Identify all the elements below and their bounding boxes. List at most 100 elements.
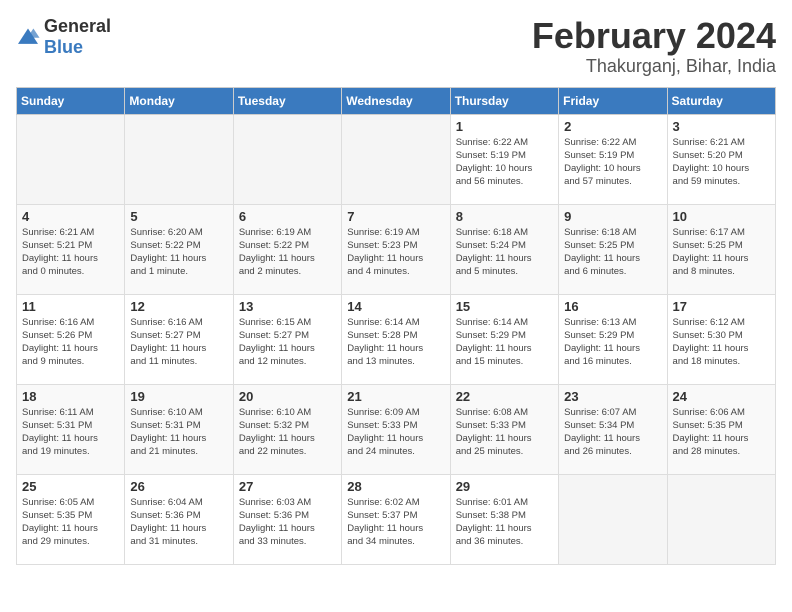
- calendar-cell: 8 Sunrise: 6:18 AM Sunset: 5:24 PM Daylig…: [450, 204, 558, 294]
- day-info: Sunrise: 6:02 AM Sunset: 5:37 PM Dayligh…: [347, 496, 444, 549]
- day-info: Sunrise: 6:21 AM Sunset: 5:21 PM Dayligh…: [22, 226, 119, 279]
- day-number: 4: [22, 209, 119, 224]
- day-number: 18: [22, 389, 119, 404]
- logo-general: General: [44, 16, 111, 36]
- calendar-cell: 25Sunrise: 6:05 AM Sunset: 5:35 PM Dayli…: [17, 474, 125, 564]
- calendar-cell: 16 Sunrise: 6:13 AM Sunset: 5:29 PM Dayli…: [559, 294, 667, 384]
- calendar-cell: 12 Sunrise: 6:16 AM Sunset: 5:27 PM Dayli…: [125, 294, 233, 384]
- day-number: 5: [130, 209, 227, 224]
- day-info: Sunrise: 6:18 AM Sunset: 5:24 PM Dayligh…: [456, 226, 553, 279]
- day-number: 27: [239, 479, 336, 494]
- calendar-cell: [667, 474, 775, 564]
- day-info: Sunrise: 6:06 AM Sunset: 5:35 PM Dayligh…: [673, 406, 770, 459]
- calendar-cell: 6 Sunrise: 6:19 AM Sunset: 5:22 PM Daylig…: [233, 204, 341, 294]
- calendar-cell: 10 Sunrise: 6:17 AM Sunset: 5:25 PM Dayli…: [667, 204, 775, 294]
- calendar-cell: 11Sunrise: 6:16 AM Sunset: 5:26 PM Dayli…: [17, 294, 125, 384]
- day-info: Sunrise: 6:22 AM Sunset: 5:19 PM Dayligh…: [564, 136, 661, 189]
- col-header-monday: Monday: [125, 87, 233, 114]
- calendar-cell: [559, 474, 667, 564]
- day-info: Sunrise: 6:08 AM Sunset: 5:33 PM Dayligh…: [456, 406, 553, 459]
- calendar-cell: [342, 114, 450, 204]
- calendar-cell: 26 Sunrise: 6:04 AM Sunset: 5:36 PM Dayli…: [125, 474, 233, 564]
- day-info: Sunrise: 6:12 AM Sunset: 5:30 PM Dayligh…: [673, 316, 770, 369]
- day-info: Sunrise: 6:16 AM Sunset: 5:26 PM Dayligh…: [22, 316, 119, 369]
- month-year-title: February 2024: [532, 16, 776, 56]
- col-header-friday: Friday: [559, 87, 667, 114]
- day-info: Sunrise: 6:13 AM Sunset: 5:29 PM Dayligh…: [564, 316, 661, 369]
- day-number: 12: [130, 299, 227, 314]
- day-number: 13: [239, 299, 336, 314]
- calendar-cell: 17 Sunrise: 6:12 AM Sunset: 5:30 PM Dayli…: [667, 294, 775, 384]
- day-number: 19: [130, 389, 227, 404]
- day-info: Sunrise: 6:19 AM Sunset: 5:22 PM Dayligh…: [239, 226, 336, 279]
- calendar-week-row: 25Sunrise: 6:05 AM Sunset: 5:35 PM Dayli…: [17, 474, 776, 564]
- day-info: Sunrise: 6:10 AM Sunset: 5:31 PM Dayligh…: [130, 406, 227, 459]
- location-subtitle: Thakurganj, Bihar, India: [532, 56, 776, 77]
- col-header-sunday: Sunday: [17, 87, 125, 114]
- day-number: 16: [564, 299, 661, 314]
- calendar-cell: 13 Sunrise: 6:15 AM Sunset: 5:27 PM Dayli…: [233, 294, 341, 384]
- calendar-week-row: 1Sunrise: 6:22 AM Sunset: 5:19 PM Daylig…: [17, 114, 776, 204]
- calendar-week-row: 11Sunrise: 6:16 AM Sunset: 5:26 PM Dayli…: [17, 294, 776, 384]
- calendar-cell: 22 Sunrise: 6:08 AM Sunset: 5:33 PM Dayli…: [450, 384, 558, 474]
- day-info: Sunrise: 6:11 AM Sunset: 5:31 PM Dayligh…: [22, 406, 119, 459]
- day-number: 26: [130, 479, 227, 494]
- day-info: Sunrise: 6:14 AM Sunset: 5:28 PM Dayligh…: [347, 316, 444, 369]
- logo-blue: Blue: [44, 37, 83, 57]
- calendar-cell: 15 Sunrise: 6:14 AM Sunset: 5:29 PM Dayli…: [450, 294, 558, 384]
- day-number: 21: [347, 389, 444, 404]
- day-info: Sunrise: 6:05 AM Sunset: 5:35 PM Dayligh…: [22, 496, 119, 549]
- day-number: 22: [456, 389, 553, 404]
- day-number: 2: [564, 119, 661, 134]
- day-info: Sunrise: 6:14 AM Sunset: 5:29 PM Dayligh…: [456, 316, 553, 369]
- calendar-cell: 27Sunrise: 6:03 AM Sunset: 5:36 PM Dayli…: [233, 474, 341, 564]
- calendar-cell: 20Sunrise: 6:10 AM Sunset: 5:32 PM Dayli…: [233, 384, 341, 474]
- day-info: Sunrise: 6:19 AM Sunset: 5:23 PM Dayligh…: [347, 226, 444, 279]
- day-info: Sunrise: 6:18 AM Sunset: 5:25 PM Dayligh…: [564, 226, 661, 279]
- calendar-cell: 5 Sunrise: 6:20 AM Sunset: 5:22 PM Daylig…: [125, 204, 233, 294]
- calendar-cell: 29 Sunrise: 6:01 AM Sunset: 5:38 PM Dayli…: [450, 474, 558, 564]
- day-number: 17: [673, 299, 770, 314]
- title-block: February 2024 Thakurganj, Bihar, India: [532, 16, 776, 77]
- calendar-cell: 28 Sunrise: 6:02 AM Sunset: 5:37 PM Dayli…: [342, 474, 450, 564]
- day-number: 3: [673, 119, 770, 134]
- calendar-cell: 19 Sunrise: 6:10 AM Sunset: 5:31 PM Dayli…: [125, 384, 233, 474]
- day-info: Sunrise: 6:10 AM Sunset: 5:32 PM Dayligh…: [239, 406, 336, 459]
- day-number: 9: [564, 209, 661, 224]
- col-header-saturday: Saturday: [667, 87, 775, 114]
- day-info: Sunrise: 6:09 AM Sunset: 5:33 PM Dayligh…: [347, 406, 444, 459]
- day-number: 8: [456, 209, 553, 224]
- day-info: Sunrise: 6:20 AM Sunset: 5:22 PM Dayligh…: [130, 226, 227, 279]
- col-header-thursday: Thursday: [450, 87, 558, 114]
- calendar-cell: 3 Sunrise: 6:21 AM Sunset: 5:20 PM Daylig…: [667, 114, 775, 204]
- calendar-cell: [125, 114, 233, 204]
- calendar-cell: 14Sunrise: 6:14 AM Sunset: 5:28 PM Dayli…: [342, 294, 450, 384]
- calendar-cell: 23Sunrise: 6:07 AM Sunset: 5:34 PM Dayli…: [559, 384, 667, 474]
- day-number: 15: [456, 299, 553, 314]
- day-number: 24: [673, 389, 770, 404]
- day-number: 10: [673, 209, 770, 224]
- col-header-tuesday: Tuesday: [233, 87, 341, 114]
- calendar-table: SundayMondayTuesdayWednesdayThursdayFrid…: [16, 87, 776, 565]
- col-header-wednesday: Wednesday: [342, 87, 450, 114]
- day-number: 28: [347, 479, 444, 494]
- calendar-week-row: 4 Sunrise: 6:21 AM Sunset: 5:21 PM Daylig…: [17, 204, 776, 294]
- calendar-week-row: 18 Sunrise: 6:11 AM Sunset: 5:31 PM Dayli…: [17, 384, 776, 474]
- day-info: Sunrise: 6:01 AM Sunset: 5:38 PM Dayligh…: [456, 496, 553, 549]
- calendar-cell: 9 Sunrise: 6:18 AM Sunset: 5:25 PM Daylig…: [559, 204, 667, 294]
- logo: General Blue: [16, 16, 111, 58]
- calendar-cell: [17, 114, 125, 204]
- day-info: Sunrise: 6:16 AM Sunset: 5:27 PM Dayligh…: [130, 316, 227, 369]
- day-number: 6: [239, 209, 336, 224]
- logo-icon: [16, 27, 40, 47]
- day-info: Sunrise: 6:17 AM Sunset: 5:25 PM Dayligh…: [673, 226, 770, 279]
- calendar-cell: 24 Sunrise: 6:06 AM Sunset: 5:35 PM Dayli…: [667, 384, 775, 474]
- calendar-header-row: SundayMondayTuesdayWednesdayThursdayFrid…: [17, 87, 776, 114]
- day-info: Sunrise: 6:21 AM Sunset: 5:20 PM Dayligh…: [673, 136, 770, 189]
- calendar-cell: 1Sunrise: 6:22 AM Sunset: 5:19 PM Daylig…: [450, 114, 558, 204]
- day-info: Sunrise: 6:04 AM Sunset: 5:36 PM Dayligh…: [130, 496, 227, 549]
- day-number: 29: [456, 479, 553, 494]
- calendar-cell: 7Sunrise: 6:19 AM Sunset: 5:23 PM Daylig…: [342, 204, 450, 294]
- day-info: Sunrise: 6:15 AM Sunset: 5:27 PM Dayligh…: [239, 316, 336, 369]
- day-number: 23: [564, 389, 661, 404]
